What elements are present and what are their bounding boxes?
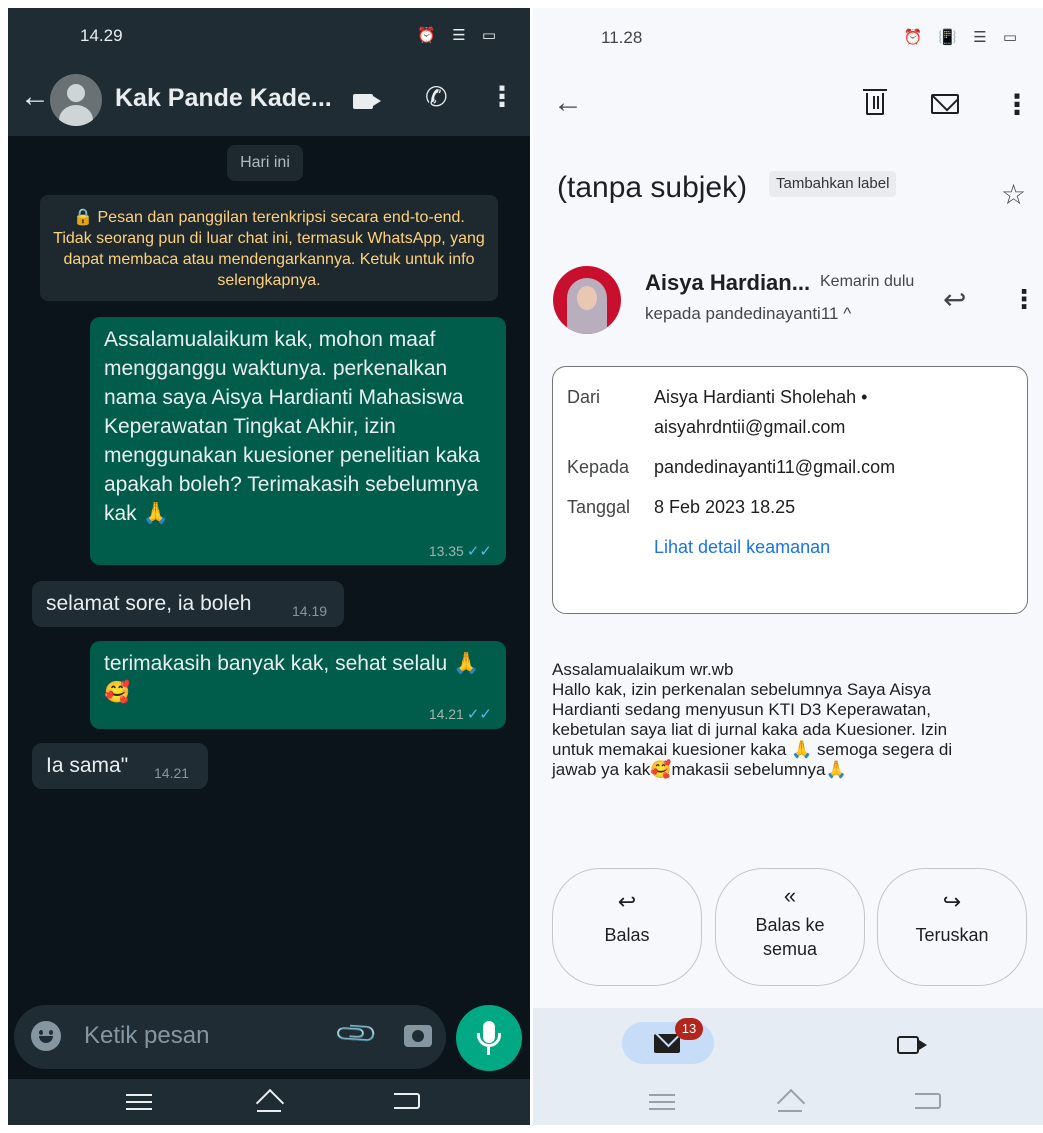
system-nav-bar <box>8 1079 530 1125</box>
message-bubble-outgoing[interactable]: terimakasih banyak kak, sehat selalu 🙏🥰 … <box>90 641 506 729</box>
mail-icon <box>654 1034 680 1053</box>
contact-name[interactable]: Kak Pande Kade... <box>115 84 332 113</box>
to-email: pandedinayanti11@gmail.com <box>654 457 896 477</box>
message-meta: 14.21 ✓✓ <box>429 705 492 723</box>
forward-button[interactable]: ↪ Teruskan <box>877 868 1027 986</box>
system-nav-bar <box>533 1079 1043 1125</box>
message-more-icon[interactable]: ⋮ <box>1011 284 1037 315</box>
home-icon[interactable] <box>777 1091 803 1113</box>
sender-avatar[interactable] <box>553 266 621 334</box>
sent-time: Kemarin dulu <box>820 273 915 290</box>
encryption-notice[interactable]: 🔒 Pesan dan panggilan terenkripsi secara… <box>40 195 498 301</box>
status-icons: ⏰ ☰ ▭ <box>417 27 502 44</box>
message-bubble-incoming[interactable]: Ia sama" 14.21 <box>32 743 208 789</box>
unread-badge: 13 <box>675 1018 703 1040</box>
from-email: aisyahrdntii@gmail.com <box>654 417 846 437</box>
sender-name: Aisya Hardian... <box>645 270 811 295</box>
reply-all-label: Balas ke semua <box>755 915 825 959</box>
status-time: 11.28 <box>601 28 643 47</box>
from-name: Aisya Hardianti Sholehah • <box>654 387 868 407</box>
message-time: 14.21 <box>428 706 464 722</box>
meet-video-icon[interactable] <box>897 1036 919 1054</box>
forward-label: Teruskan <box>915 925 989 945</box>
recipient-toggle[interactable]: kepada pandedinayanti11 ^ <box>645 304 851 324</box>
back-arrow-icon[interactable]: ← <box>553 86 583 120</box>
body-line: Hallo kak, izin perkenalan sebelumnya Sa… <box>552 680 931 699</box>
whatsapp-screen: 14.29 ⏰ ☰ ▭ ← Kak Pande Kade... ✆ ⋮ Hari… <box>8 8 530 1125</box>
recent-apps-icon[interactable] <box>126 1094 152 1110</box>
date-label: Tanggal <box>567 497 631 517</box>
reply-icon[interactable]: ↩ <box>943 283 966 316</box>
status-bar: 11.28 ⏰ 📳 ☰ ▭ <box>533 8 1043 64</box>
status-time: 14.29 <box>80 26 123 45</box>
read-receipt-icon: ✓✓ <box>466 706 492 723</box>
email-subject: (tanpa subjek) <box>557 171 748 204</box>
reply-label: Balas <box>604 925 650 945</box>
reply-icon: ↩ <box>617 889 637 914</box>
contact-avatar[interactable] <box>50 74 102 126</box>
status-bar: 14.29 ⏰ ☰ ▭ <box>8 8 530 64</box>
to-label: Kepada <box>567 457 630 477</box>
read-receipt-icon: ✓✓ <box>466 543 492 560</box>
more-options-icon[interactable]: ⋮ <box>1003 88 1031 121</box>
emoji-icon[interactable] <box>31 1021 61 1051</box>
email-body: Assalamualaikum wr.wb Hallo kak, izin pe… <box>552 660 1028 780</box>
attachment-icon[interactable]: 📎 <box>332 1010 380 1058</box>
back-arrow-icon[interactable]: ← <box>20 80 50 114</box>
chat-header: ← Kak Pande Kade... ✆ ⋮ <box>8 64 530 136</box>
message-text: selamat sore, ia boleh <box>46 592 252 615</box>
message-input[interactable]: Ketik pesan <box>84 1022 209 1050</box>
status-icons: ⏰ 📳 ☰ ▭ <box>903 29 1023 46</box>
delete-icon[interactable] <box>863 89 887 115</box>
add-label-chip[interactable]: Tambahkan label <box>769 171 897 197</box>
body-line: Assalamualaikum wr.wb <box>552 660 734 679</box>
gmail-screen: 11.28 ⏰ 📳 ☰ ▭ ← ⋮ (tanpa subjek) Tambahk… <box>533 8 1043 1125</box>
message-time: 14.19 <box>292 603 328 619</box>
message-time: 14.21 <box>154 765 190 781</box>
recent-apps-icon[interactable] <box>649 1094 675 1110</box>
camera-icon[interactable] <box>404 1025 432 1047</box>
from-label: Dari <box>567 387 601 407</box>
reply-all-icon: « <box>783 883 797 908</box>
message-text: Ia sama" <box>46 754 129 777</box>
reply-button[interactable]: ↩ Balas <box>552 868 702 986</box>
message-details-panel: Dari Aisya Hardianti Sholehah • aisyahrd… <box>552 366 1028 614</box>
message-meta: 13.35 ✓✓ <box>429 542 492 560</box>
message-time: 13.35 <box>428 543 464 559</box>
system-back-icon[interactable] <box>915 1093 941 1109</box>
home-icon[interactable] <box>256 1091 282 1113</box>
body-line: Hardianti sedang menyusun KTI D3 Keperaw… <box>552 700 931 719</box>
system-back-icon[interactable] <box>394 1093 420 1109</box>
message-bubble-outgoing[interactable]: Assalamualaikum kak, mohon maaf menggang… <box>90 317 506 565</box>
message-text: terimakasih banyak kak, sehat selalu 🙏🥰 <box>104 652 480 704</box>
message-text: Assalamualaikum kak, mohon maaf menggang… <box>104 328 480 525</box>
mark-unread-icon[interactable] <box>931 94 959 114</box>
star-icon[interactable]: ☆ <box>1001 178 1026 211</box>
video-call-icon[interactable] <box>353 94 373 109</box>
message-input-bar[interactable]: Ketik pesan 📎 <box>14 1005 446 1069</box>
date-value: 8 Feb 2023 18.25 <box>654 497 796 517</box>
body-line: untuk memakai kuesioner kaka 🙏 semoga se… <box>552 740 953 759</box>
more-options-icon[interactable]: ⋮ <box>488 80 516 113</box>
security-details-link[interactable]: Lihat detail keamanan <box>654 537 830 558</box>
date-chip: Hari ini <box>227 145 303 181</box>
body-line: jawab ya kak🥰makasii sebelumnya🙏 <box>552 760 847 779</box>
microphone-button[interactable] <box>456 1005 522 1071</box>
reply-all-button[interactable]: « Balas ke semua <box>715 868 865 986</box>
body-line: kebetulan saya liat di jurnal kaka ada K… <box>552 720 948 739</box>
message-bubble-incoming[interactable]: selamat sore, ia boleh 14.19 <box>32 581 344 627</box>
phone-call-icon[interactable]: ✆ <box>425 82 448 113</box>
forward-icon: ↪ <box>942 889 962 914</box>
